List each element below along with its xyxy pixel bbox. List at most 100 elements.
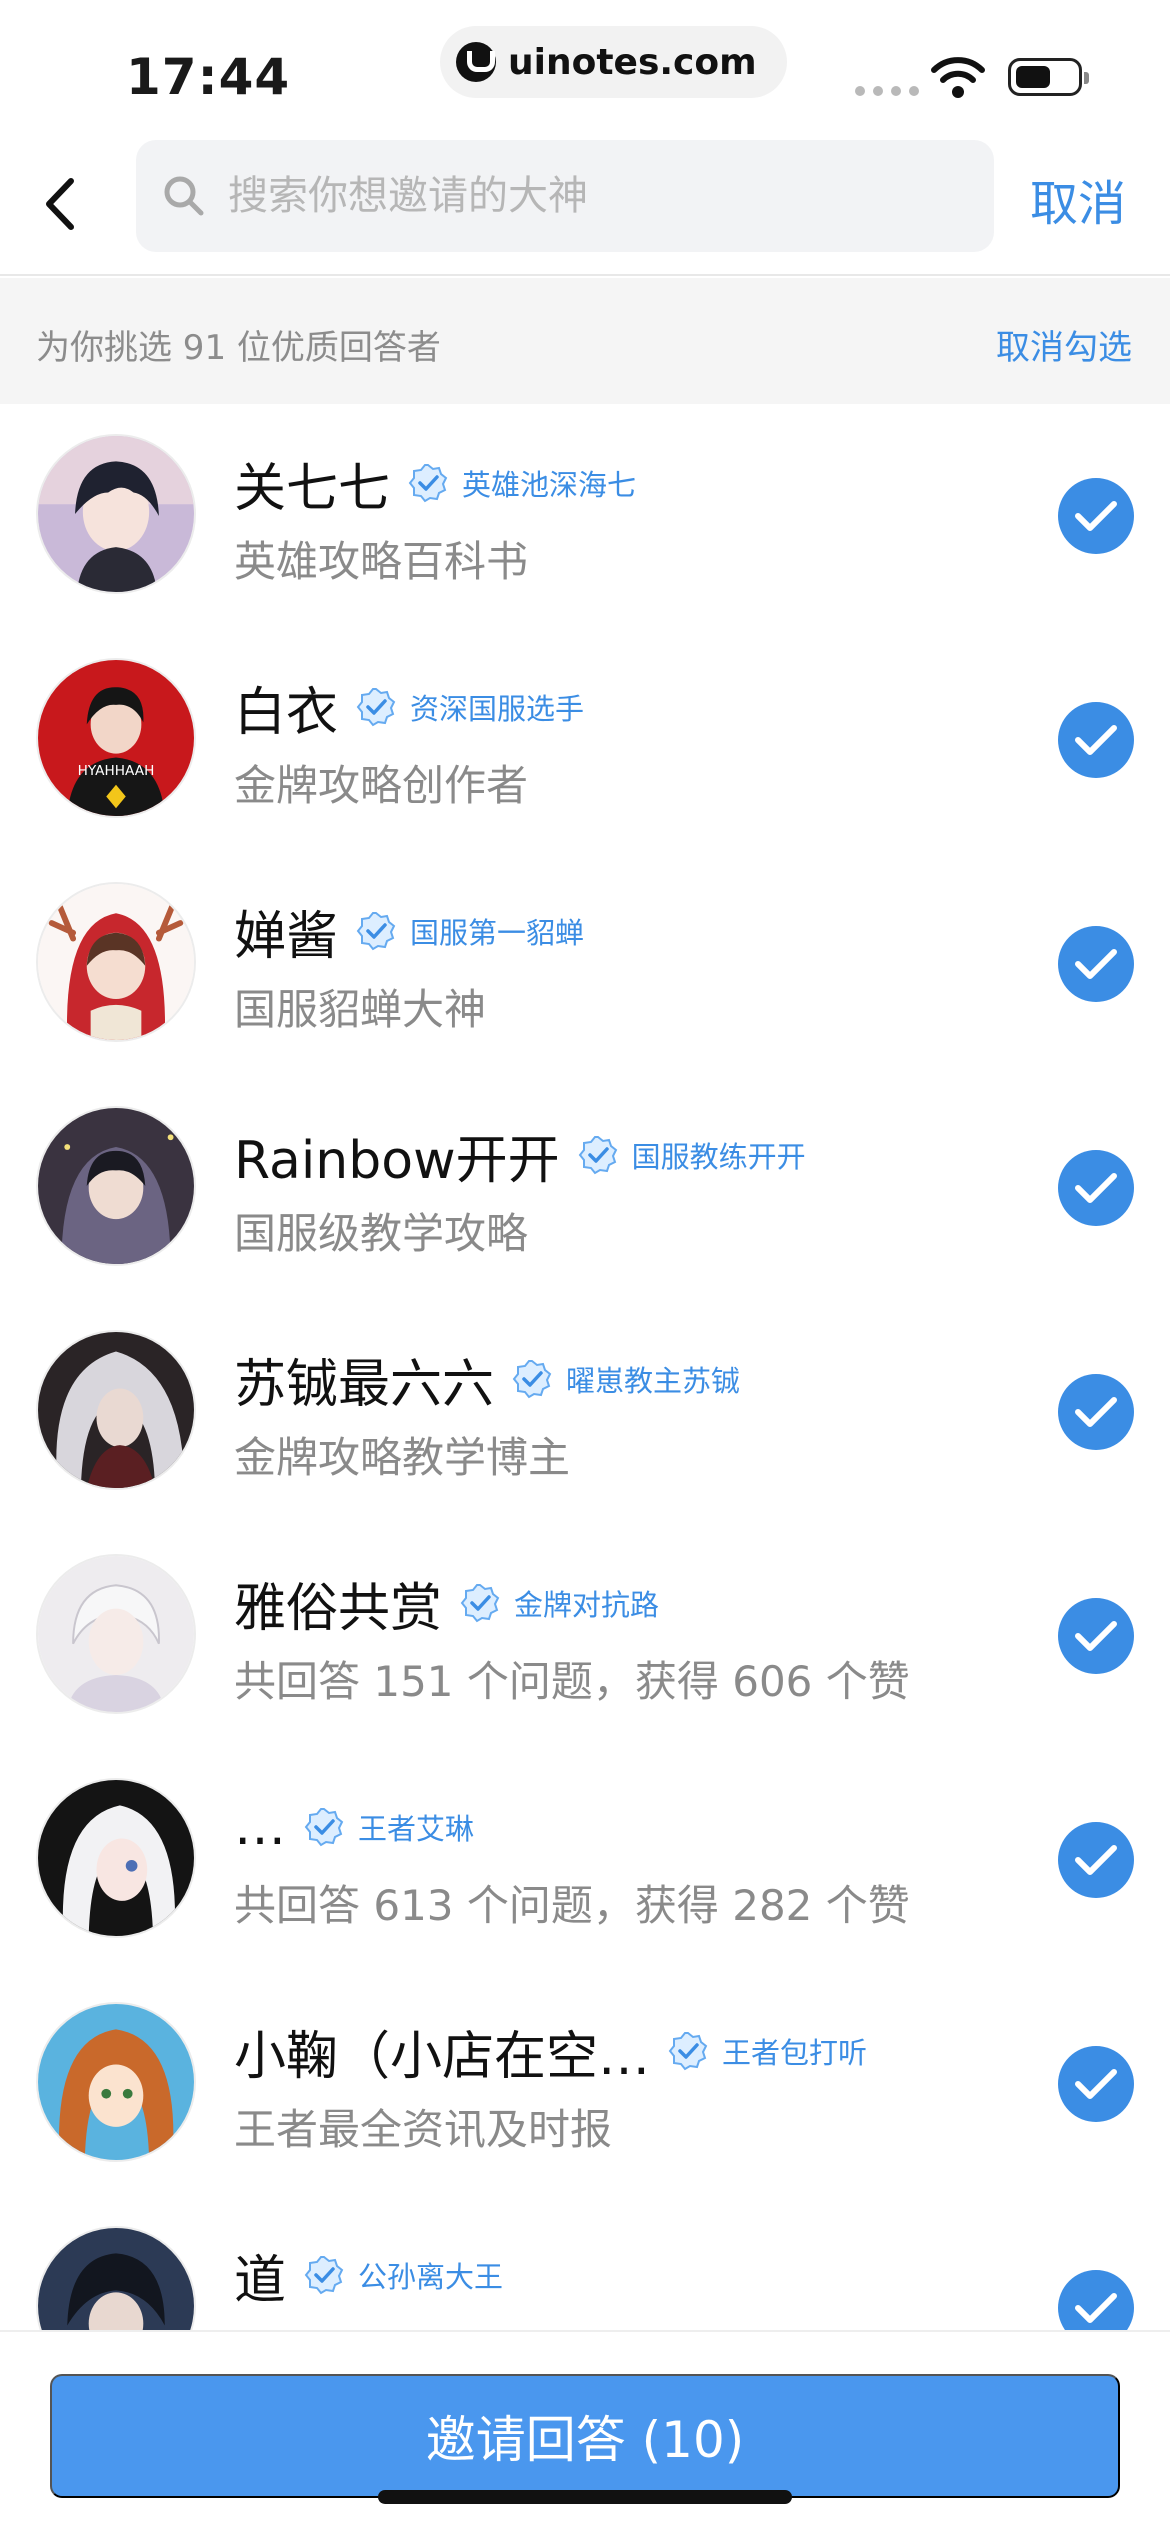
verified-badge-icon bbox=[408, 464, 448, 503]
expert-tag: 金牌对抗路 bbox=[514, 1588, 660, 1622]
selected-checkbox[interactable] bbox=[1058, 2046, 1134, 2122]
uinotes-logo-icon bbox=[456, 42, 496, 82]
dark-hair-boy-avatar bbox=[38, 2228, 194, 2330]
orange-hair-girl-avatar bbox=[38, 2004, 194, 2160]
list-item[interactable]: 雅俗共赏 金牌对抗路 共回答 151 个问题，获得 606 个赞 bbox=[0, 1524, 1170, 1748]
expert-tag: 英雄池深海七 bbox=[462, 468, 637, 502]
svg-text:HYAHHAAH: HYAHHAAH bbox=[78, 763, 155, 779]
verified-badge-icon bbox=[304, 2256, 344, 2295]
expert-tag: 王者包打听 bbox=[722, 2036, 868, 2070]
avatar: HYAHHAAH bbox=[36, 658, 196, 818]
verified-badge-icon bbox=[460, 1584, 500, 1623]
expert-tag: 王者艾琳 bbox=[358, 1812, 475, 1846]
expert-name: 雅俗共赏 bbox=[234, 1578, 443, 1639]
list-item[interactable]: Rainbow开开 国服教练开开 国服级教学攻略 bbox=[0, 1076, 1170, 1300]
avatar bbox=[36, 1554, 196, 1714]
verified-badge-icon bbox=[668, 2032, 708, 2071]
name-line: 小鞠（小店在空… 王者包打听 bbox=[234, 2016, 868, 2087]
avatar bbox=[36, 882, 196, 1042]
expert-tag: 公孙离大王 bbox=[358, 2260, 504, 2294]
expert-description: 王者最全资讯及时报 bbox=[234, 2105, 613, 2154]
home-indicator[interactable] bbox=[378, 2490, 792, 2504]
invite-answer-button[interactable]: 邀请回答 (10) bbox=[50, 2374, 1120, 2498]
verified-badge-icon bbox=[304, 1808, 344, 1847]
expert-name: 苏铖最六六 bbox=[234, 1354, 495, 1415]
white-hair-warrior-avatar bbox=[38, 1332, 194, 1488]
verified-badge-icon bbox=[356, 688, 396, 727]
verified-badge-icon bbox=[356, 912, 396, 951]
list-item[interactable]: 小鞠（小店在空… 王者包打听 王者最全资讯及时报 bbox=[0, 1972, 1170, 2196]
wifi-icon bbox=[931, 57, 985, 98]
selected-checkbox[interactable] bbox=[1058, 926, 1134, 1002]
expert-description: 共回答 151 个问题，获得 606 个赞 bbox=[234, 1657, 910, 1706]
battery-icon bbox=[1008, 58, 1089, 96]
expert-description: 金牌攻略创作者 bbox=[234, 761, 529, 810]
avatar bbox=[36, 1106, 196, 1266]
white-hair-girl-avatar bbox=[38, 1780, 194, 1936]
search-header: 取消 bbox=[0, 132, 1170, 276]
boy-red-background-avatar: HYAHHAAH bbox=[38, 660, 194, 816]
avatar bbox=[36, 434, 196, 594]
name-line: 道 公孙离大王 bbox=[234, 2240, 504, 2311]
boy-purple-hoodie-avatar bbox=[38, 1108, 194, 1264]
list-item[interactable]: … 王者艾琳 共回答 613 个问题，获得 282 个赞 bbox=[0, 1748, 1170, 1972]
expert-name: 婵酱 bbox=[234, 906, 339, 967]
avatar bbox=[36, 2002, 196, 2162]
expert-name: 道 bbox=[234, 2250, 287, 2311]
recommendation-bar: 为你挑选 91 位优质回答者 取消勾选 bbox=[0, 278, 1170, 404]
url-pill: uinotes.com bbox=[440, 26, 787, 98]
verified-badge-icon bbox=[512, 1360, 552, 1399]
selected-checkbox[interactable] bbox=[1058, 1374, 1134, 1450]
selected-checkbox[interactable] bbox=[1058, 702, 1134, 778]
name-line: … 王者艾琳 bbox=[234, 1792, 474, 1862]
status-bar: 17:44 uinotes.com bbox=[0, 0, 1170, 132]
recommendation-summary: 为你挑选 91 位优质回答者 bbox=[36, 328, 441, 368]
list-item[interactable]: 苏铖最六六 曜崽教主苏铖 金牌攻略教学博主 bbox=[0, 1300, 1170, 1524]
cellular-signal-icon bbox=[855, 86, 919, 96]
checkmark-icon bbox=[1075, 2069, 1117, 2099]
selected-checkbox[interactable] bbox=[1058, 1822, 1134, 1898]
search-icon bbox=[164, 176, 204, 216]
avatar bbox=[36, 1778, 196, 1938]
expert-name: 白衣 bbox=[234, 682, 339, 743]
expert-name: 小鞠（小店在空… bbox=[234, 2026, 651, 2087]
back-button[interactable] bbox=[28, 162, 92, 246]
expert-description: 英雄攻略百科书 bbox=[234, 537, 529, 586]
name-line: 婵酱 国服第一貂蝉 bbox=[234, 896, 584, 967]
search-box[interactable] bbox=[136, 140, 994, 252]
verified-badge-icon bbox=[578, 1136, 617, 1175]
checkmark-icon bbox=[1075, 1621, 1117, 1651]
checkmark-icon bbox=[1075, 949, 1117, 979]
expert-tag: 国服教练开开 bbox=[631, 1140, 806, 1174]
avatar bbox=[36, 2226, 196, 2330]
checkmark-icon bbox=[1075, 501, 1117, 531]
anime-boy-black-hair-avatar bbox=[38, 436, 194, 592]
search-input[interactable] bbox=[228, 173, 994, 219]
checkmark-icon bbox=[1075, 1845, 1117, 1875]
list-item[interactable]: 婵酱 国服第一貂蝉 国服貂蝉大神 bbox=[0, 852, 1170, 1076]
expert-name: … bbox=[234, 1797, 286, 1857]
url-text: uinotes.com bbox=[508, 41, 757, 83]
list-item[interactable]: HYAHHAAH 白衣 资深国服选手 金牌攻略创作者 bbox=[0, 628, 1170, 852]
expert-description: 国服级教学攻略 bbox=[234, 1209, 529, 1258]
expert-name: 关七七 bbox=[234, 458, 391, 519]
list-item[interactable]: 关七七 英雄池深海七 英雄攻略百科书 bbox=[0, 404, 1170, 628]
checkmark-icon bbox=[1075, 1173, 1117, 1203]
selected-checkbox[interactable] bbox=[1058, 1150, 1134, 1226]
girl-reindeer-hood-avatar bbox=[38, 884, 194, 1040]
expert-description: 金牌攻略教学博主 bbox=[234, 1433, 571, 1482]
name-line: 白衣 资深国服选手 bbox=[234, 672, 585, 743]
expert-description: 国服貂蝉大神 bbox=[234, 985, 487, 1034]
pale-boy-sketch-avatar bbox=[38, 1556, 194, 1712]
expert-tag: 资深国服选手 bbox=[410, 692, 585, 726]
uncheck-all-button[interactable]: 取消勾选 bbox=[996, 320, 1132, 369]
selected-checkbox[interactable] bbox=[1058, 1598, 1134, 1674]
name-line: 苏铖最六六 曜崽教主苏铖 bbox=[234, 1344, 741, 1415]
cancel-button[interactable]: 取消 bbox=[1030, 164, 1126, 234]
selected-checkbox[interactable] bbox=[1058, 2270, 1134, 2330]
selected-checkbox[interactable] bbox=[1058, 478, 1134, 554]
expert-tag: 曜崽教主苏铖 bbox=[566, 1364, 741, 1398]
list-item[interactable]: 道 公孙离大王 bbox=[0, 2196, 1170, 2330]
name-line: Rainbow开开 国服教练开开 bbox=[234, 1120, 806, 1191]
status-time: 17:44 bbox=[126, 48, 291, 106]
